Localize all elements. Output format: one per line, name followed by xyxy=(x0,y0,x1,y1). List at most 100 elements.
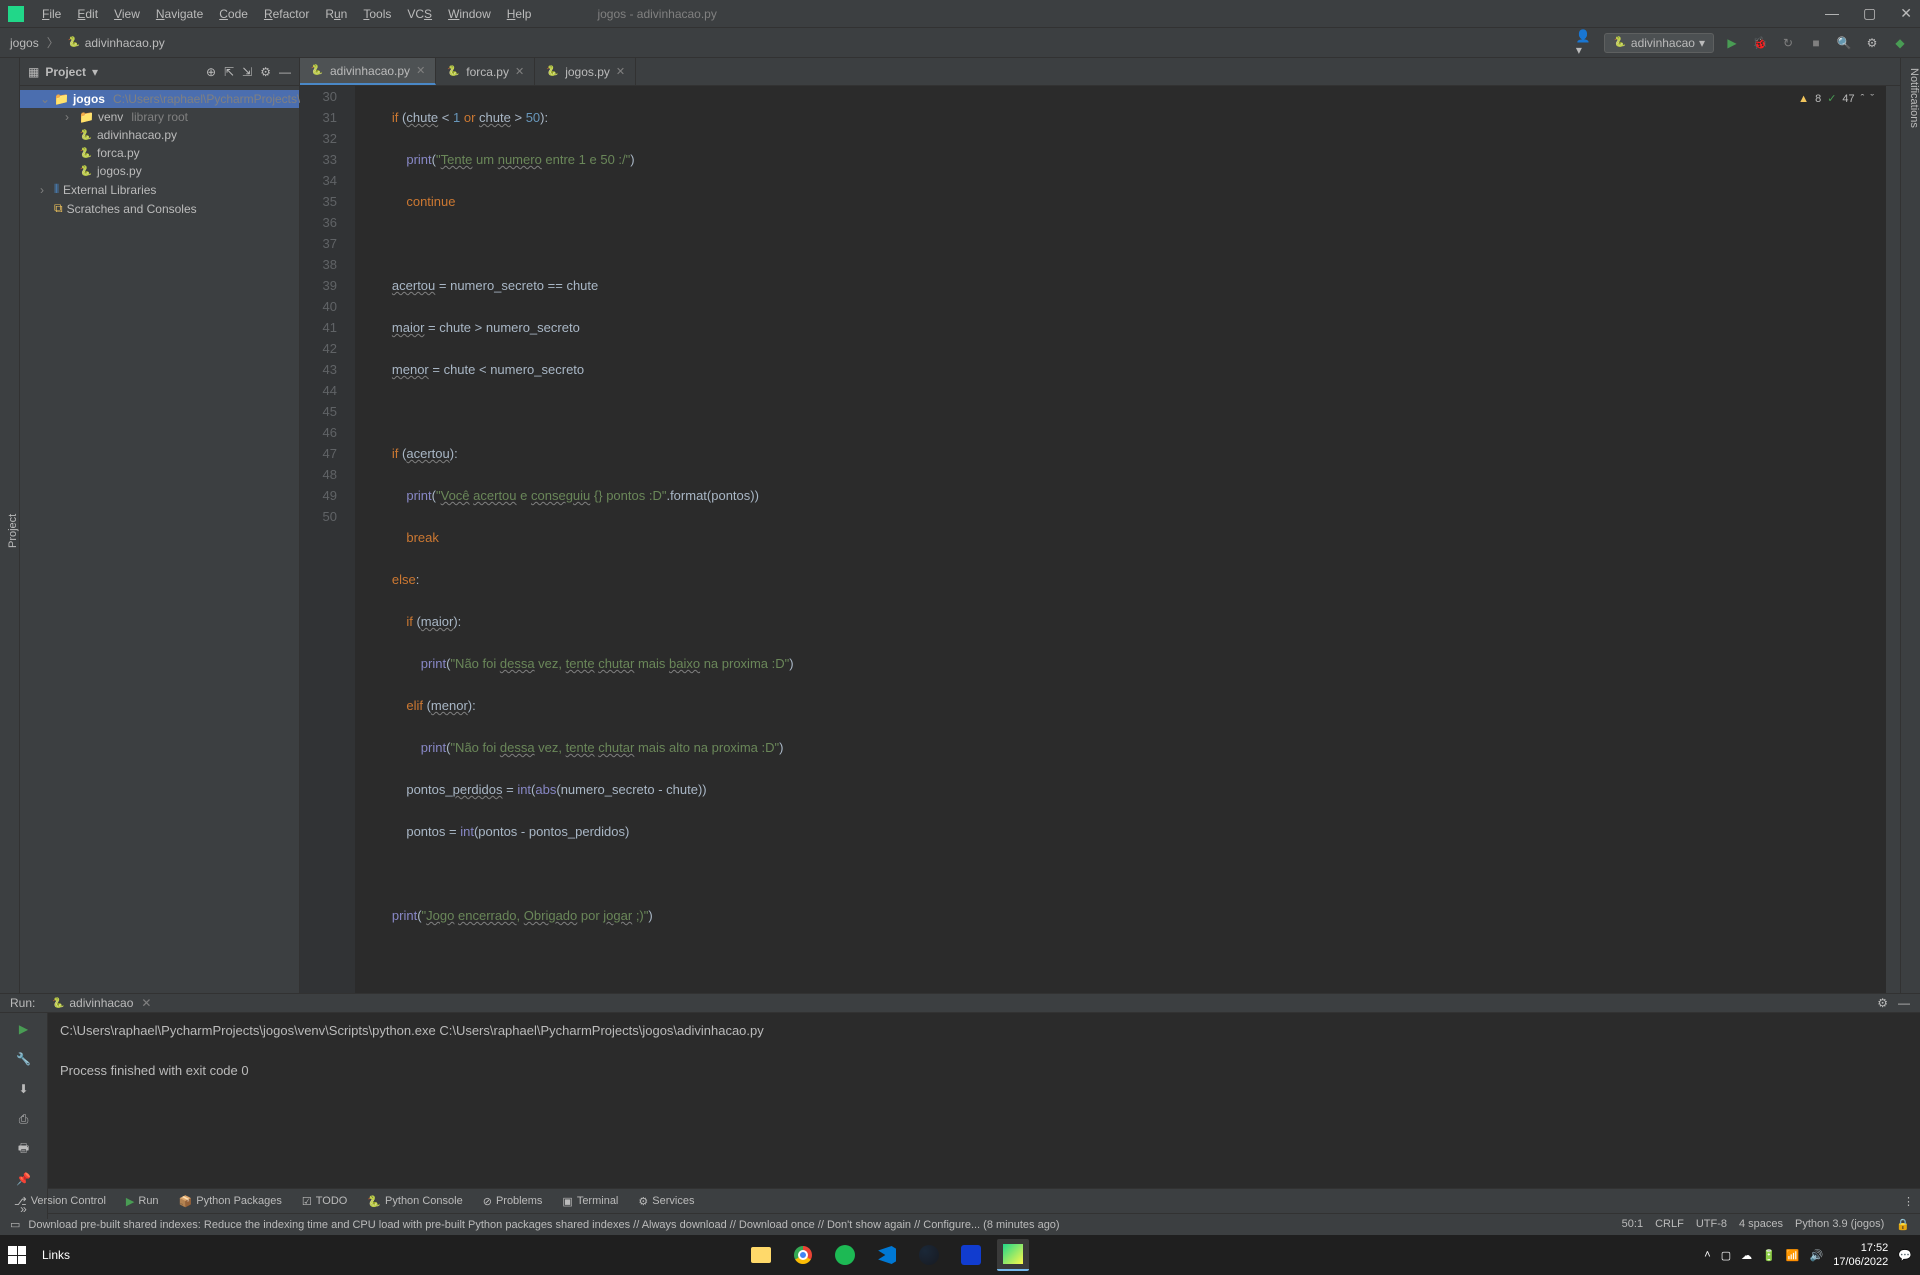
taskbar-pycharm[interactable] xyxy=(997,1239,1029,1271)
down-button[interactable]: ⬇ xyxy=(14,1079,34,1099)
tray-clock[interactable]: 17:52 17/06/2022 xyxy=(1833,1241,1888,1269)
btab-todo[interactable]: ☑TODO xyxy=(294,1193,355,1210)
debug-button[interactable]: 🐞 xyxy=(1750,33,1770,53)
run-output[interactable]: C:\Users\raphael\PycharmProjects\jogos\v… xyxy=(48,1013,1920,1219)
settings-icon[interactable]: ⚙ xyxy=(260,65,271,79)
coverage-button[interactable]: ↻ xyxy=(1778,33,1798,53)
run-tab[interactable]: 🐍 adivinhacao ✕ xyxy=(43,994,159,1012)
minimize-icon[interactable]: — xyxy=(1825,5,1839,22)
tray-wifi-icon[interactable]: 📶 xyxy=(1786,1249,1800,1262)
locate-icon[interactable]: ⊕ xyxy=(206,65,216,79)
breadcrumb[interactable]: jogos 〉 🐍 adivinhacao.py xyxy=(10,34,165,51)
run-config-select[interactable]: 🐍 adivinhacao ▾ xyxy=(1604,33,1714,53)
menu-refactor[interactable]: Refactor xyxy=(258,5,315,23)
tree-file[interactable]: 🐍 jogos.py xyxy=(20,162,299,180)
chevron-up-icon[interactable]: ˆ xyxy=(1861,93,1865,105)
chevron-down-icon[interactable]: ˇ xyxy=(1870,93,1874,105)
tree-file[interactable]: 🐍 adivinhacao.py xyxy=(20,126,299,144)
encoding[interactable]: UTF-8 xyxy=(1696,1218,1727,1231)
menu-navigate[interactable]: Navigate xyxy=(150,5,209,23)
taskbar-explorer[interactable] xyxy=(745,1239,777,1271)
rerun-button[interactable]: ▶ xyxy=(14,1019,34,1039)
tree-venv[interactable]: › 📁 venv library root xyxy=(20,108,299,126)
run-button[interactable]: ▶ xyxy=(1722,33,1742,53)
code-content[interactable]: if (chute < 1 or chute > 50): print("Ten… xyxy=(355,86,1886,993)
tab-adivinhacao[interactable]: 🐍 adivinhacao.py ✕ xyxy=(300,58,436,85)
menu-view[interactable]: View xyxy=(108,5,146,23)
menu-file[interactable]: File xyxy=(36,5,67,23)
stop-button[interactable]: ■ xyxy=(1806,33,1826,53)
settings-icon[interactable]: ⚙ xyxy=(1862,33,1882,53)
stop-button[interactable]: 🔧 xyxy=(14,1049,34,1069)
btab-run[interactable]: ▶Run xyxy=(118,1193,167,1210)
tab-jogos[interactable]: 🐍 jogos.py ✕ xyxy=(535,58,636,85)
menu-window[interactable]: Window xyxy=(442,5,497,23)
add-user-icon[interactable]: 👤▾ xyxy=(1576,33,1596,53)
btab-packages[interactable]: 📦Python Packages xyxy=(171,1193,290,1210)
close-tab-icon[interactable]: ✕ xyxy=(616,65,625,78)
btab-problems[interactable]: ⊘Problems xyxy=(475,1193,551,1210)
hide-icon[interactable]: — xyxy=(1898,996,1910,1010)
editor-scrollbar[interactable] xyxy=(1886,86,1900,993)
taskbar-steam[interactable] xyxy=(913,1239,945,1271)
collapse-icon[interactable]: ⇲ xyxy=(242,65,252,79)
code-editor[interactable]: 3031323334353637383940414243444546474849… xyxy=(300,86,1900,993)
chevron-down-icon[interactable]: ▾ xyxy=(92,65,98,79)
tray-chevron-icon[interactable]: ˄ xyxy=(1704,1249,1710,1261)
cursor-position[interactable]: 50:1 xyxy=(1622,1218,1643,1231)
tray-meet-icon[interactable]: ▢ xyxy=(1721,1249,1731,1262)
tray-onedrive-icon[interactable]: ☁ xyxy=(1741,1249,1752,1262)
menu-run[interactable]: Run xyxy=(319,5,353,23)
indent[interactable]: 4 spaces xyxy=(1739,1218,1783,1231)
menu-vcs[interactable]: VCS xyxy=(401,5,438,23)
pin-button[interactable]: 📌 xyxy=(14,1169,34,1189)
hide-icon[interactable]: — xyxy=(279,65,291,79)
print-button[interactable]: 🖶 xyxy=(14,1139,34,1159)
start-button[interactable] xyxy=(8,1246,26,1264)
interpreter[interactable]: Python 3.9 (jogos) xyxy=(1795,1218,1884,1231)
taskbar-chrome[interactable] xyxy=(787,1239,819,1271)
menu-help[interactable]: Help xyxy=(501,5,538,23)
btab-console[interactable]: 🐍Python Console xyxy=(359,1193,470,1210)
close-icon[interactable]: ✕ xyxy=(1900,5,1912,22)
tray-volume-icon[interactable]: 🔊 xyxy=(1810,1249,1824,1262)
project-tool-button[interactable]: Project xyxy=(7,68,19,993)
notifications-tool-button[interactable]: Notifications xyxy=(1908,68,1920,128)
layout-button[interactable]: ⎙ xyxy=(14,1109,34,1129)
typo-icon: ✓ xyxy=(1827,92,1836,105)
btab-vcs[interactable]: ⎇Version Control xyxy=(6,1193,114,1210)
tray-battery-icon[interactable]: 🔋 xyxy=(1762,1249,1776,1262)
tree-root[interactable]: ⌄ 📁 jogos C:\Users\raphael\PycharmProjec… xyxy=(20,90,299,108)
taskbar-disney[interactable] xyxy=(955,1239,987,1271)
breadcrumb-file[interactable]: adivinhacao.py xyxy=(85,36,165,50)
menu-edit[interactable]: Edit xyxy=(71,5,104,23)
btab-terminal[interactable]: ▣Terminal xyxy=(554,1193,626,1210)
taskbar-vscode[interactable] xyxy=(871,1239,903,1271)
menu-tools[interactable]: Tools xyxy=(357,5,397,23)
close-tab-icon[interactable]: ✕ xyxy=(141,996,151,1010)
tab-forca[interactable]: 🐍 forca.py ✕ xyxy=(436,58,535,85)
breadcrumb-root[interactable]: jogos xyxy=(10,36,39,50)
close-tab-icon[interactable]: ✕ xyxy=(515,65,524,78)
inspections-widget[interactable]: ▲8 ✓47 ˆ ˇ xyxy=(1792,90,1880,107)
tree-file[interactable]: 🐍 forca.py xyxy=(20,144,299,162)
tree-external-libs[interactable]: › ⫴ External Libraries xyxy=(20,180,299,199)
expand-icon[interactable]: ⇱ xyxy=(224,65,234,79)
more-icon[interactable]: ⋮ xyxy=(1903,1195,1914,1208)
line-separator[interactable]: CRLF xyxy=(1655,1218,1684,1231)
taskbar-spotify[interactable] xyxy=(829,1239,861,1271)
lock-icon[interactable]: 🔒 xyxy=(1896,1218,1910,1231)
event-log-icon[interactable]: ▭ xyxy=(10,1218,20,1231)
menu-code[interactable]: Code xyxy=(213,5,254,23)
close-tab-icon[interactable]: ✕ xyxy=(416,64,425,77)
code-with-me-icon[interactable]: ◆ xyxy=(1890,33,1910,53)
taskbar-links[interactable]: Links xyxy=(42,1248,70,1262)
project-sidebar: ▦ Project ▾ ⊕ ⇱ ⇲ ⚙ — ⌄ 📁 jogos C:\Users… xyxy=(20,58,300,993)
status-message[interactable]: Download pre-built shared indexes: Reduc… xyxy=(28,1219,1621,1231)
run-settings-icon[interactable]: ⚙ xyxy=(1877,996,1888,1010)
tray-notifications-icon[interactable]: 💬 xyxy=(1898,1249,1912,1262)
btab-services[interactable]: ⚙Services xyxy=(630,1193,702,1210)
maximize-icon[interactable]: ▢ xyxy=(1863,5,1876,22)
tree-scratches[interactable]: ⧉ Scratches and Consoles xyxy=(20,199,299,218)
search-icon[interactable]: 🔍 xyxy=(1834,33,1854,53)
